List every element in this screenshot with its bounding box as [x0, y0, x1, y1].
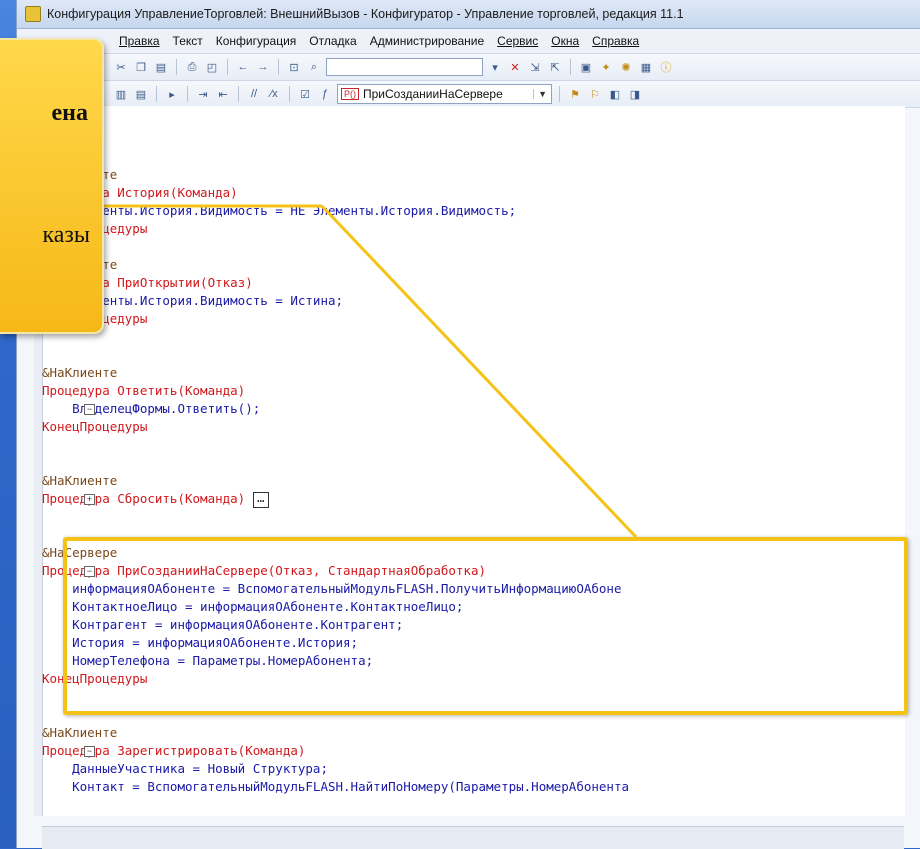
code-line: Элементы.История.Видимость = НЕ Элементы…: [42, 203, 517, 218]
block-indent-icon[interactable]: ⇥: [195, 86, 211, 102]
notes-icon[interactable]: ▦: [638, 59, 654, 75]
code-line: ВладелецФормы.Ответить();: [42, 401, 261, 416]
toolbar-module: ▥ ▤ ▸ ⇥ ⇤ // ⁄x ☑ ƒ Р() ПриСозданииНаСер…: [17, 81, 920, 108]
search-input[interactable]: [326, 58, 483, 76]
find-in-list-icon[interactable]: ⊡: [286, 59, 302, 75]
menu-item-help[interactable]: Справка: [592, 34, 639, 48]
procedure-list-icon[interactable]: ƒ: [317, 86, 333, 102]
toolbar-separator: [176, 59, 177, 75]
collapsed-block-icon[interactable]: …: [252, 491, 269, 508]
code-line: &НаКлиенте: [42, 725, 118, 740]
paste-icon[interactable]: ▤: [153, 59, 169, 75]
code-line: &НаКлиенте: [42, 365, 118, 380]
code-line: Контакт = ВспомогательныйМодульFLASH.Най…: [42, 779, 629, 794]
find-next-icon[interactable]: ⇲: [527, 59, 543, 75]
form-icon[interactable]: ▤: [133, 86, 149, 102]
debug-icon[interactable]: ✺: [618, 59, 634, 75]
procedure-select-value: ПриСозданииНаСервере: [363, 87, 503, 101]
horizontal-scrollbar[interactable]: [42, 826, 904, 849]
print-icon[interactable]: ⎙: [184, 59, 200, 75]
syntax-check-icon[interactable]: ☑: [297, 86, 313, 102]
uncomment-icon[interactable]: ⁄x: [266, 86, 282, 102]
bookmark-icon[interactable]: ⚑: [567, 86, 583, 102]
block-outdent-icon[interactable]: ⇤: [215, 86, 231, 102]
code-line: Процедура Сбросить(Команда): [42, 491, 246, 506]
toolbar-separator: [570, 59, 571, 75]
code-line: Процедура Ответить(Команда): [42, 383, 246, 398]
window-title: Конфигурация УправлениеТорговлей: Внешни…: [47, 7, 684, 21]
syntax-helper-icon[interactable]: ✦: [598, 59, 614, 75]
clear-search-icon[interactable]: ✕: [507, 59, 523, 75]
cut-icon[interactable]: ✂: [113, 59, 129, 75]
search-icon[interactable]: ⌕: [306, 59, 322, 75]
toolbar-separator: [289, 86, 290, 102]
search-dropdown-icon[interactable]: ▾: [487, 59, 503, 75]
toolbar-separator: [559, 86, 560, 102]
back-icon[interactable]: ←: [235, 59, 251, 75]
clear-bookmarks-icon[interactable]: ◨: [627, 86, 643, 102]
menu-item-configuration[interactable]: Конфигурация: [216, 34, 297, 48]
menu-item-administration[interactable]: Администрирование: [370, 34, 484, 48]
prev-bookmark-icon[interactable]: ◧: [607, 86, 623, 102]
toolbar-standard: ✂ ❐ ▤ ⎙ ◰ ← → ⊡ ⌕ ▾ ✕ ⇲ ⇱ ▣ ✦ ✺ ▦ ⓘ: [17, 54, 920, 81]
toolbar-separator: [187, 86, 188, 102]
toolbar-separator: [238, 86, 239, 102]
highlight-frame: [63, 537, 908, 715]
preview-icon[interactable]: ◰: [204, 59, 220, 75]
code-line: КонецПроцедуры: [42, 419, 148, 434]
menu-item-windows[interactable]: Окна: [551, 34, 579, 48]
callout-text: ена: [51, 100, 88, 126]
comment-icon[interactable]: //: [246, 86, 262, 102]
copy-icon[interactable]: ❐: [133, 59, 149, 75]
expand-toggle-icon[interactable]: +: [84, 494, 95, 505]
menu-item-service[interactable]: Сервис: [497, 34, 538, 48]
callout-note: ена казы: [0, 38, 104, 334]
module-icon[interactable]: ▥: [113, 86, 129, 102]
fold-toggle-icon[interactable]: −: [84, 404, 95, 415]
fold-toggle-icon[interactable]: −: [84, 746, 95, 757]
menu-item-text[interactable]: Текст: [173, 34, 203, 48]
toolbar-separator: [227, 59, 228, 75]
indent-icon[interactable]: ▸: [164, 86, 180, 102]
forward-icon[interactable]: →: [255, 59, 271, 75]
next-bookmark-icon[interactable]: ⚐: [587, 86, 603, 102]
app-icon: [25, 6, 41, 22]
menu-item-debug[interactable]: Отладка: [309, 34, 356, 48]
find-prev-icon[interactable]: ⇱: [547, 59, 563, 75]
chevron-down-icon[interactable]: ▼: [533, 89, 551, 99]
callout-text: казы: [42, 222, 90, 248]
toolbar-separator: [156, 86, 157, 102]
toolbar-separator: [278, 59, 279, 75]
info-icon[interactable]: ⓘ: [658, 59, 674, 75]
windows-icon[interactable]: ▣: [578, 59, 594, 75]
procedure-select[interactable]: Р() ПриСозданииНаСервере ▼: [337, 84, 552, 104]
code-line: ДанныеУчастника = Новый Структура;: [42, 761, 328, 776]
menu-item-edit[interactable]: Правка: [119, 34, 160, 48]
code-line: &НаКлиенте: [42, 473, 118, 488]
code-line: Процедура Зарегистрировать(Команда): [42, 743, 306, 758]
procedure-badge-icon: Р(): [341, 88, 359, 100]
title-bar: Конфигурация УправлениеТорговлей: Внешни…: [17, 0, 920, 29]
menu-bar: Правка Текст Конфигурация Отладка Админи…: [17, 29, 920, 54]
